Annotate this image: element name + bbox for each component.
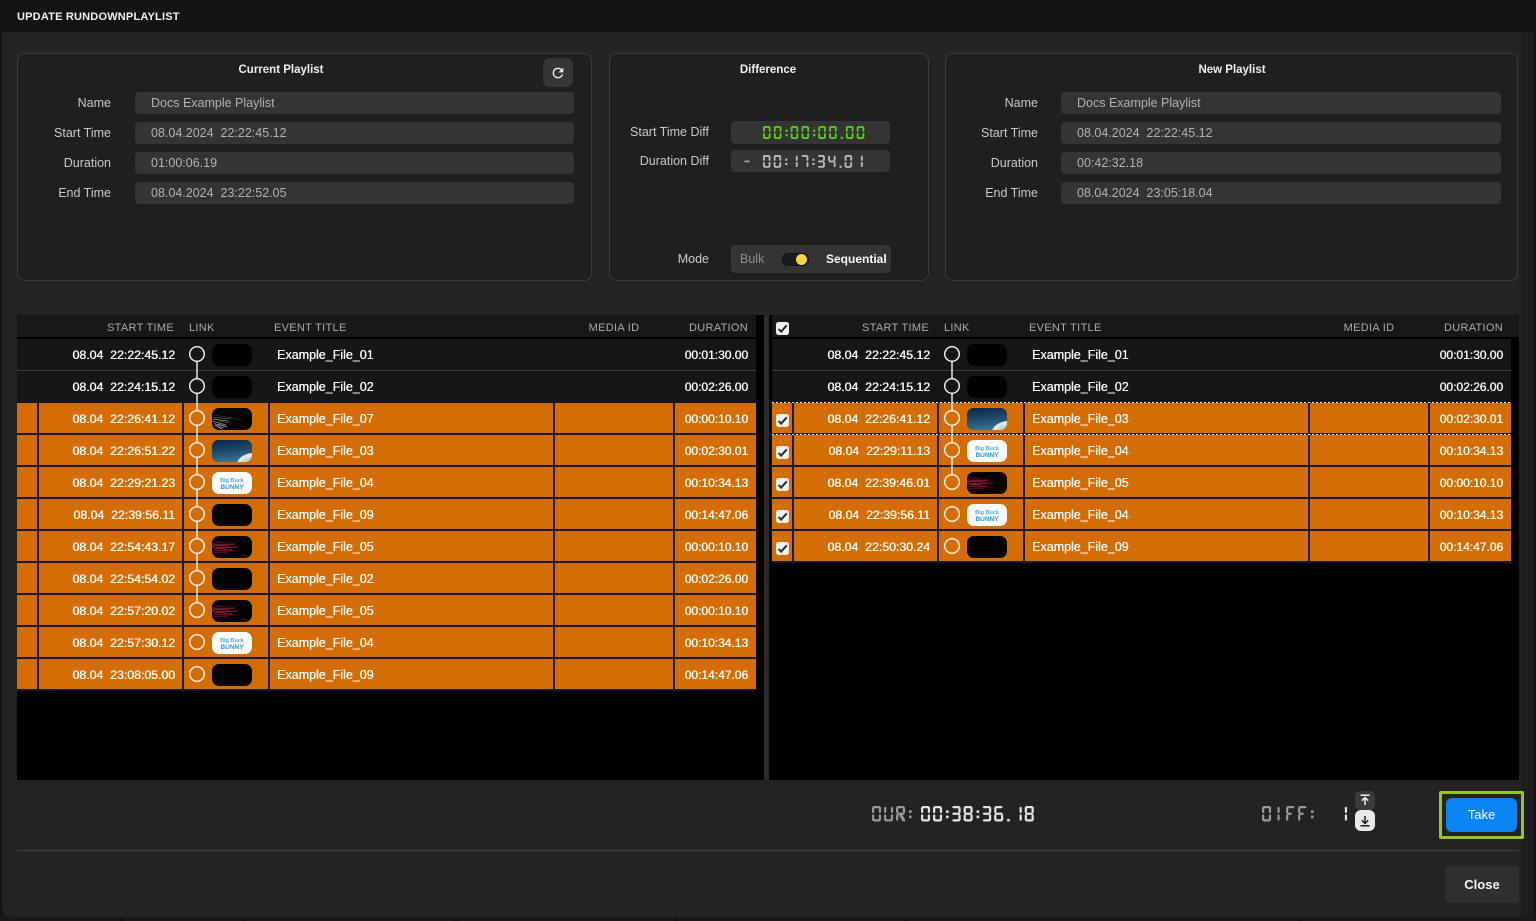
svg-text:BUNNY: BUNNY <box>220 644 244 651</box>
svg-text:BUNNY: BUNNY <box>975 516 999 523</box>
svg-text:BUNNY: BUNNY <box>975 452 999 459</box>
svg-text:BUNNY: BUNNY <box>220 484 244 491</box>
